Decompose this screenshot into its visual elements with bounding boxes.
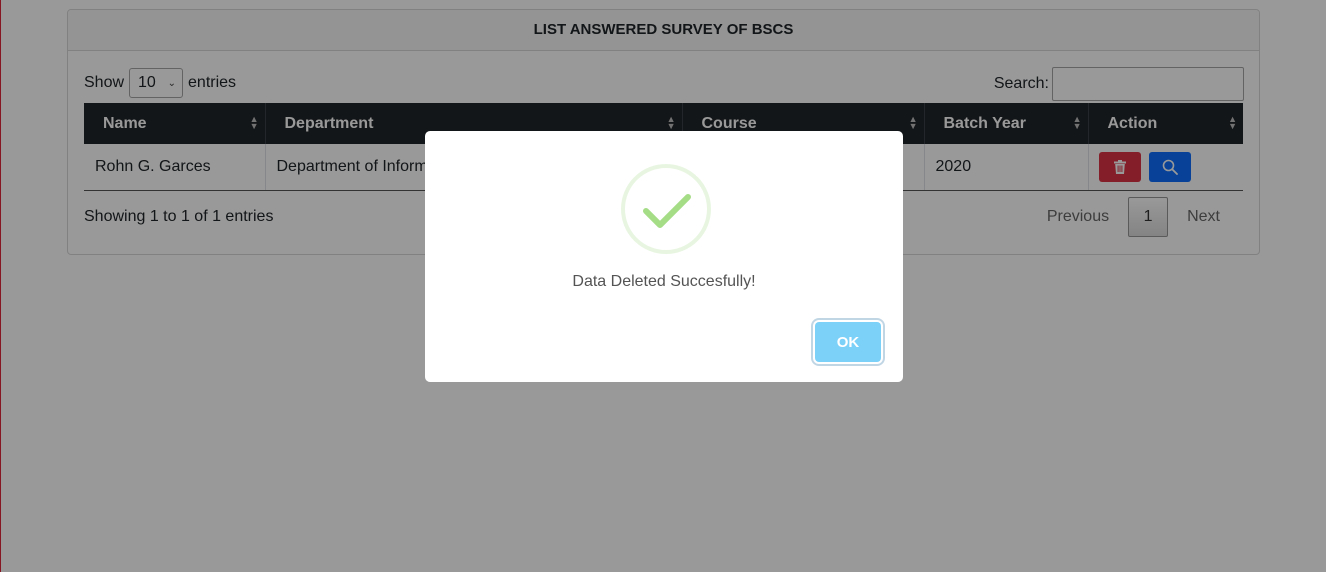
ok-button[interactable]: OK (815, 322, 881, 362)
success-icon-ring (621, 164, 711, 254)
check-icon (643, 194, 691, 228)
success-dialog: Data Deleted Succesfully! OK (425, 131, 903, 382)
dialog-message: Data Deleted Succesfully! (572, 273, 756, 290)
